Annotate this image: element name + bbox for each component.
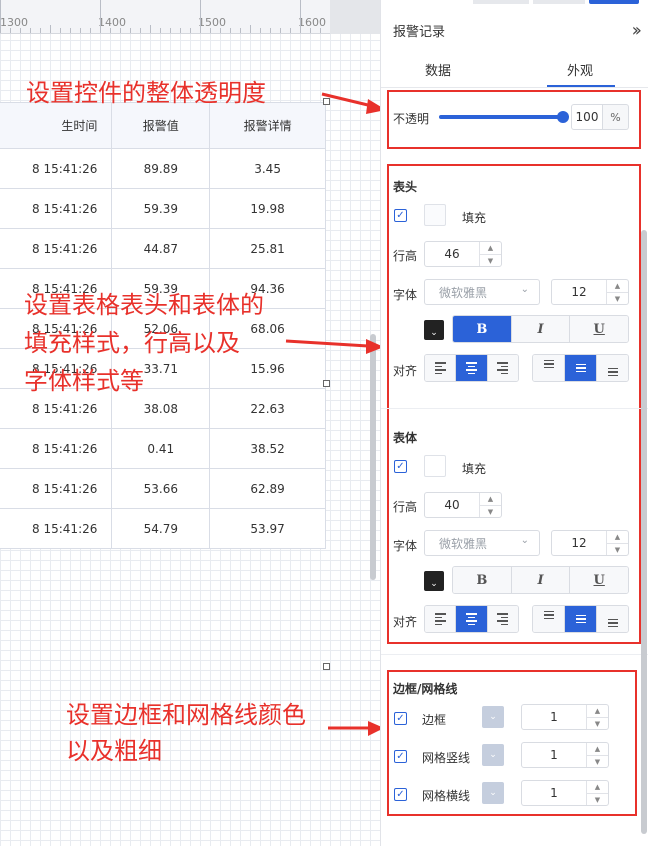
opacity-slider-handle[interactable] <box>557 111 569 123</box>
header-bold-button[interactable]: B <box>453 316 512 342</box>
chevron-down-icon: ⌄ <box>489 788 497 798</box>
chevron-down-icon: ⌄ <box>489 712 497 722</box>
properties-panel: 报警记录 ›› 数据 外观 不透明 100 % 表头 ✓ 填充 行高 46 ▲ ▼… <box>380 0 648 846</box>
toolbar-primary-button[interactable] <box>589 0 639 4</box>
section-divider <box>381 654 648 655</box>
align-bottom-icon[interactable] <box>597 606 628 632</box>
header-font-style-group: B I U <box>452 315 629 343</box>
header-font-label: 字体 <box>393 288 418 302</box>
align-center-icon[interactable] <box>456 355 488 381</box>
header-font-family-select[interactable]: 微软雅黑 ⌄ <box>424 279 540 305</box>
grid-horizontal-color-picker[interactable]: ⌄ <box>482 782 504 804</box>
border-color-picker[interactable]: ⌄ <box>482 706 504 728</box>
align-middle-icon[interactable] <box>565 606 597 632</box>
opacity-unit: % <box>603 104 629 130</box>
body-fill-color[interactable] <box>424 455 446 477</box>
body-row-height-label: 行高 <box>393 500 418 514</box>
panel-vertical-scrollbar[interactable] <box>641 230 647 834</box>
panel-title: 报警记录 <box>393 24 446 40</box>
body-horizontal-align-group <box>424 605 519 633</box>
header-underline-button[interactable]: U <box>570 316 628 342</box>
align-left-icon[interactable] <box>425 606 457 632</box>
body-font-color[interactable]: ⌄ <box>424 571 444 591</box>
body-bold-button[interactable]: B <box>453 567 512 593</box>
panel-tabs: 数据 外观 <box>381 54 648 88</box>
body-font-family-select[interactable]: 微软雅黑 ⌄ <box>424 530 540 556</box>
grid-horizontal-checkbox[interactable]: ✓ <box>394 788 407 801</box>
toolbar-button[interactable] <box>473 0 529 4</box>
header-row-height-label: 行高 <box>393 249 418 263</box>
body-vertical-align-group <box>532 605 629 633</box>
header-vertical-align-group <box>532 354 629 382</box>
chevron-down-icon: ⌄ <box>520 284 529 295</box>
body-fill-label: 填充 <box>462 462 487 476</box>
header-row-height-input[interactable]: 46 ▲ ▼ <box>424 241 502 267</box>
chevron-down-icon: ⌄ <box>489 750 497 760</box>
align-center-icon[interactable] <box>456 606 488 632</box>
body-font-style-group: B I U <box>452 566 629 594</box>
grid-vertical-color-picker[interactable]: ⌄ <box>482 744 504 766</box>
header-section-title: 表头 <box>393 180 418 194</box>
grid-vertical-label: 网格竖线 <box>422 751 471 765</box>
header-italic-button[interactable]: I <box>511 316 571 342</box>
grid-vertical-width-input[interactable]: 1 ▲ ▼ <box>521 742 609 768</box>
toolbar-fragment <box>471 0 648 4</box>
body-underline-button[interactable]: U <box>570 567 628 593</box>
double-chevron-right-icon[interactable]: ›› <box>632 20 643 41</box>
body-section-title: 表体 <box>393 431 418 445</box>
align-top-icon[interactable] <box>533 606 565 632</box>
header-font-size-input[interactable]: 12 ▲ ▼ <box>551 279 629 305</box>
grid-horizontal-label: 网格横线 <box>422 789 471 803</box>
body-font-label: 字体 <box>393 539 418 553</box>
header-fill-color[interactable] <box>424 204 446 226</box>
align-left-icon[interactable] <box>425 355 457 381</box>
chevron-down-icon: ⌄ <box>520 535 529 546</box>
align-right-icon[interactable] <box>487 606 518 632</box>
tab-data[interactable]: 数据 <box>425 60 451 79</box>
body-row-height-input[interactable]: 40 ▲ ▼ <box>424 492 502 518</box>
opacity-slider[interactable] <box>439 115 563 119</box>
border-width-input[interactable]: 1 ▲ ▼ <box>521 704 609 730</box>
header-fill-label: 填充 <box>462 211 487 225</box>
grid-vertical-checkbox[interactable]: ✓ <box>394 750 407 763</box>
body-align-label: 对齐 <box>393 615 418 629</box>
border-section-title: 边框/网格线 <box>393 682 458 696</box>
header-fill-checkbox[interactable]: ✓ <box>394 209 407 222</box>
header-font-color[interactable]: ⌄ <box>424 320 444 340</box>
body-italic-button[interactable]: I <box>511 567 571 593</box>
opacity-label: 不透明 <box>393 112 430 126</box>
align-right-icon[interactable] <box>487 355 518 381</box>
body-font-size-input[interactable]: 12 ▲ ▼ <box>551 530 629 556</box>
section-divider <box>381 408 648 409</box>
align-top-icon[interactable] <box>533 355 565 381</box>
header-align-label: 对齐 <box>393 364 418 378</box>
active-tab-indicator <box>547 85 615 87</box>
toolbar-button[interactable] <box>533 0 585 4</box>
align-bottom-icon[interactable] <box>597 355 628 381</box>
grid-horizontal-width-input[interactable]: 1 ▲ ▼ <box>521 780 609 806</box>
align-middle-icon[interactable] <box>565 355 597 381</box>
body-fill-checkbox[interactable]: ✓ <box>394 460 407 473</box>
opacity-input[interactable]: 100 <box>571 104 603 130</box>
panel-header: 报警记录 ›› <box>393 18 643 42</box>
tab-appearance[interactable]: 外观 <box>567 60 593 79</box>
border-label: 边框 <box>422 713 447 727</box>
header-horizontal-align-group <box>424 354 519 382</box>
border-checkbox[interactable]: ✓ <box>394 712 407 725</box>
